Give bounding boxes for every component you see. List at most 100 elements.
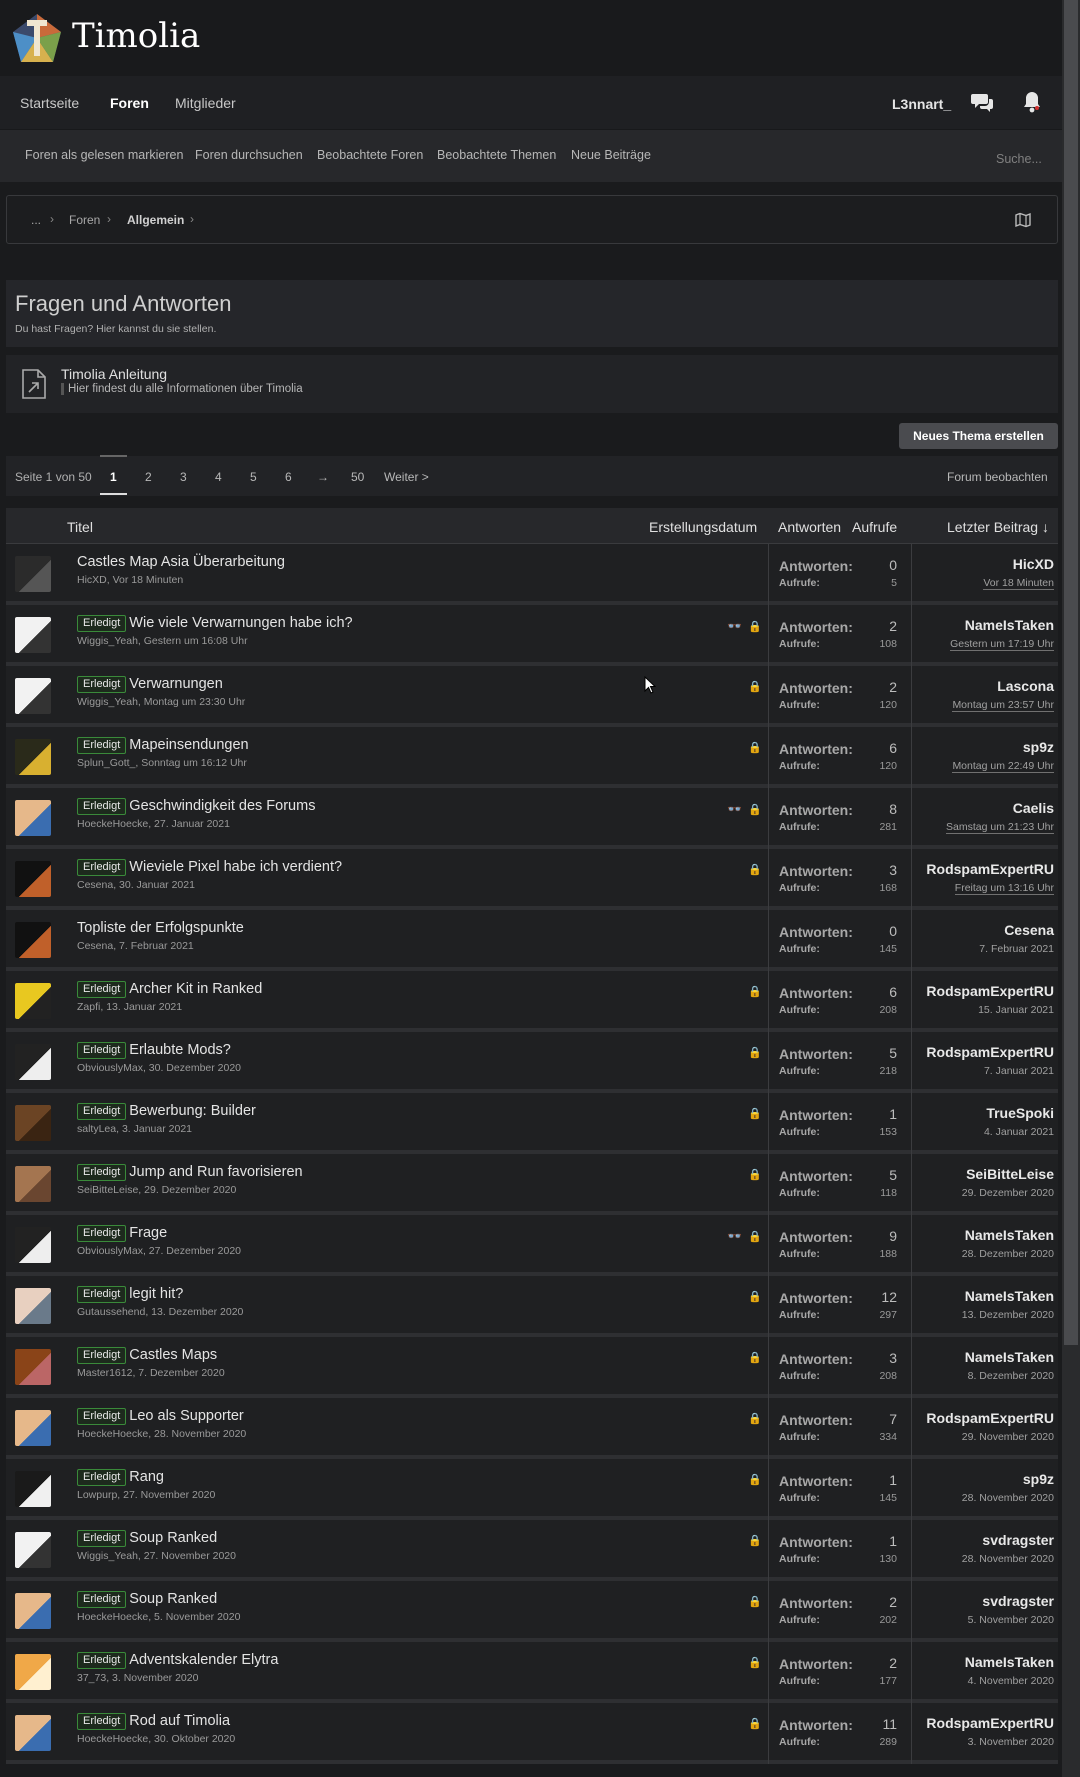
new-thread-button[interactable]: Neues Thema erstellen: [899, 423, 1058, 449]
sort-title[interactable]: Titel: [67, 519, 93, 535]
avatar[interactable]: [15, 1166, 51, 1202]
last-post-user-link[interactable]: RodspamExpertRU: [926, 983, 1054, 999]
last-post-date-link[interactable]: 13. Dezember 2020: [962, 1309, 1054, 1321]
avatar[interactable]: [15, 1532, 51, 1568]
table-row[interactable]: Erledigt Soup Ranked HoeckeHoecke, 5. Nove…: [6, 1581, 1058, 1642]
last-post-user-link[interactable]: Caelis: [1013, 800, 1054, 816]
resolved-badge[interactable]: Erledigt: [77, 737, 127, 754]
last-post-date-link[interactable]: 15. Januar 2021: [978, 1004, 1054, 1016]
thread-author-link[interactable]: HoeckeHoecke: [77, 1611, 148, 1623]
page-jump-arrow[interactable]: →: [317, 470, 329, 484]
last-post-date-link[interactable]: 29. Dezember 2020: [962, 1187, 1054, 1199]
thread-start-date[interactable]: Vor 18 Minuten: [113, 574, 184, 586]
last-post-user-link[interactable]: NameIsTaken: [965, 617, 1054, 633]
thread-title-link[interactable]: Bewerbung: Builder: [129, 1103, 256, 1119]
thread-author-link[interactable]: HoeckeHoecke: [77, 1733, 148, 1745]
search-forums-link[interactable]: Foren durchsuchen: [195, 148, 303, 162]
last-post-user-link[interactable]: NameIsTaken: [965, 1654, 1054, 1670]
table-row[interactable]: Erledigt Frage ObviouslyMax, 27. Dezember …: [6, 1215, 1058, 1276]
table-row[interactable]: Erledigt Wie viele Verwarnungen habe ich?…: [6, 605, 1058, 666]
table-row[interactable]: Erledigt Archer Kit in Ranked Zapfi, 13. J…: [6, 971, 1058, 1032]
resolved-badge[interactable]: Erledigt: [77, 981, 127, 998]
thread-start-date[interactable]: 27. November 2020: [144, 1550, 236, 1562]
last-post-date-link[interactable]: 28. November 2020: [962, 1492, 1054, 1504]
thread-author-link[interactable]: saltyLea: [77, 1123, 116, 1135]
avatar[interactable]: [15, 1654, 51, 1690]
resolved-badge[interactable]: Erledigt: [77, 1286, 127, 1303]
last-post-user-link[interactable]: TrueSpoki: [986, 1105, 1054, 1121]
last-post-date-link[interactable]: 4. November 2020: [968, 1675, 1054, 1687]
last-post-user-link[interactable]: sp9z: [1023, 1471, 1054, 1487]
search-input[interactable]: Suche...: [996, 152, 1042, 166]
last-post-date-link[interactable]: 5. November 2020: [968, 1614, 1054, 1626]
table-row[interactable]: Erledigt Geschwindigkeit des Forums Hoecke…: [6, 788, 1058, 849]
thread-author-link[interactable]: Wiggis_Yeah: [77, 635, 138, 647]
resolved-badge[interactable]: Erledigt: [77, 1713, 127, 1730]
thread-start-date[interactable]: 5. November 2020: [154, 1611, 240, 1623]
thread-author-link[interactable]: HoeckeHoecke: [77, 1428, 148, 1440]
thread-author-link[interactable]: HicXD: [77, 574, 107, 586]
table-row[interactable]: Erledigt Castles Maps Master1612, 7. Dezem…: [6, 1337, 1058, 1398]
page-scrollbar[interactable]: [1062, 0, 1080, 1777]
thread-title-link[interactable]: Soup Ranked: [129, 1530, 217, 1546]
thread-title-link[interactable]: Topliste der Erfolgspunkte: [77, 920, 244, 936]
last-post-date-link[interactable]: 29. November 2020: [962, 1431, 1054, 1443]
resolved-badge[interactable]: Erledigt: [77, 1103, 127, 1120]
thread-author-link[interactable]: Zapfi: [77, 1001, 100, 1013]
table-row[interactable]: Castles Map Asia Überarbeitung HicXD, Vor…: [6, 544, 1058, 605]
bell-icon[interactable]: [1020, 90, 1044, 114]
link-forum-title[interactable]: Timolia Anleitung: [61, 366, 167, 382]
last-post-user-link[interactable]: Lascona: [997, 678, 1054, 694]
avatar[interactable]: [15, 1593, 51, 1629]
thread-start-date[interactable]: 13. Januar 2021: [106, 1001, 182, 1013]
sort-last-post[interactable]: Letzter Beitrag ↓: [947, 519, 1049, 535]
watched-threads-link[interactable]: Beobachtete Themen: [437, 148, 556, 162]
last-post-user-link[interactable]: RodspamExpertRU: [926, 1715, 1054, 1731]
thread-author-link[interactable]: Splun_Gott_: [77, 757, 135, 769]
table-row[interactable]: Erledigt Wieviele Pixel habe ich verdient…: [6, 849, 1058, 910]
thread-start-date[interactable]: Sonntag um 16:12 Uhr: [141, 757, 247, 769]
resolved-badge[interactable]: Erledigt: [77, 1164, 127, 1181]
table-row[interactable]: Erledigt Bewerbung: Builder saltyLea, 3. J…: [6, 1093, 1058, 1154]
avatar[interactable]: [15, 983, 51, 1019]
thread-start-date[interactable]: 3. November 2020: [112, 1672, 198, 1684]
thread-title-link[interactable]: Archer Kit in Ranked: [129, 981, 262, 997]
thread-start-date[interactable]: 30. Januar 2021: [119, 879, 195, 891]
thread-start-date[interactable]: 27. November 2020: [123, 1489, 215, 1501]
thread-title-link[interactable]: Leo als Supporter: [129, 1408, 243, 1424]
new-posts-link[interactable]: Neue Beiträge: [571, 148, 651, 162]
resolved-badge[interactable]: Erledigt: [77, 1408, 127, 1425]
resolved-badge[interactable]: Erledigt: [77, 1530, 127, 1547]
thread-title-link[interactable]: Adventskalender Elytra: [129, 1652, 278, 1668]
page-link-5[interactable]: 5: [250, 470, 257, 484]
resolved-badge[interactable]: Erledigt: [77, 676, 127, 693]
thread-author-link[interactable]: 37_73: [77, 1672, 106, 1684]
link-forum-item[interactable]: Timolia Anleitung Hier findest du alle I…: [6, 355, 1058, 413]
avatar[interactable]: [15, 1227, 51, 1263]
table-row[interactable]: Erledigt Soup Ranked Wiggis_Yeah, 27. Nove…: [6, 1520, 1058, 1581]
last-post-date-link[interactable]: Gestern um 17:19 Uhr: [950, 638, 1054, 651]
avatar[interactable]: [15, 861, 51, 897]
last-post-date-link[interactable]: 8. Dezember 2020: [968, 1370, 1054, 1382]
thread-title-link[interactable]: Geschwindigkeit des Forums: [129, 798, 315, 814]
last-post-date-link[interactable]: Samstag um 21:23 Uhr: [946, 821, 1054, 834]
last-post-date-link[interactable]: Montag um 22:49 Uhr: [952, 760, 1054, 773]
thread-title-link[interactable]: legit hit?: [129, 1286, 183, 1302]
thread-author-link[interactable]: ObviouslyMax: [77, 1245, 143, 1257]
thread-title-link[interactable]: Castles Map Asia Überarbeitung: [77, 554, 285, 570]
thread-title-link[interactable]: Verwarnungen: [129, 676, 223, 692]
resolved-badge[interactable]: Erledigt: [77, 1469, 127, 1486]
thread-title-link[interactable]: Wie viele Verwarnungen habe ich?: [129, 615, 352, 631]
thread-title-link[interactable]: Rang: [129, 1469, 164, 1485]
nav-startseite[interactable]: Startseite: [20, 95, 79, 111]
nav-foren[interactable]: Foren: [110, 95, 149, 111]
page-link-1[interactable]: 1: [110, 470, 117, 484]
sort-created[interactable]: Erstellungsdatum: [649, 519, 757, 535]
thread-start-date[interactable]: 27. Januar 2021: [154, 818, 230, 830]
breadcrumb-ellipsis[interactable]: ...: [31, 213, 41, 227]
avatar[interactable]: [15, 1410, 51, 1446]
nav-mitglieder[interactable]: Mitglieder: [175, 95, 236, 111]
table-row[interactable]: Erledigt legit hit? Gutaussehend, 13. Deze…: [6, 1276, 1058, 1337]
resolved-badge[interactable]: Erledigt: [77, 798, 127, 815]
thread-author-link[interactable]: Master1612: [77, 1367, 132, 1379]
